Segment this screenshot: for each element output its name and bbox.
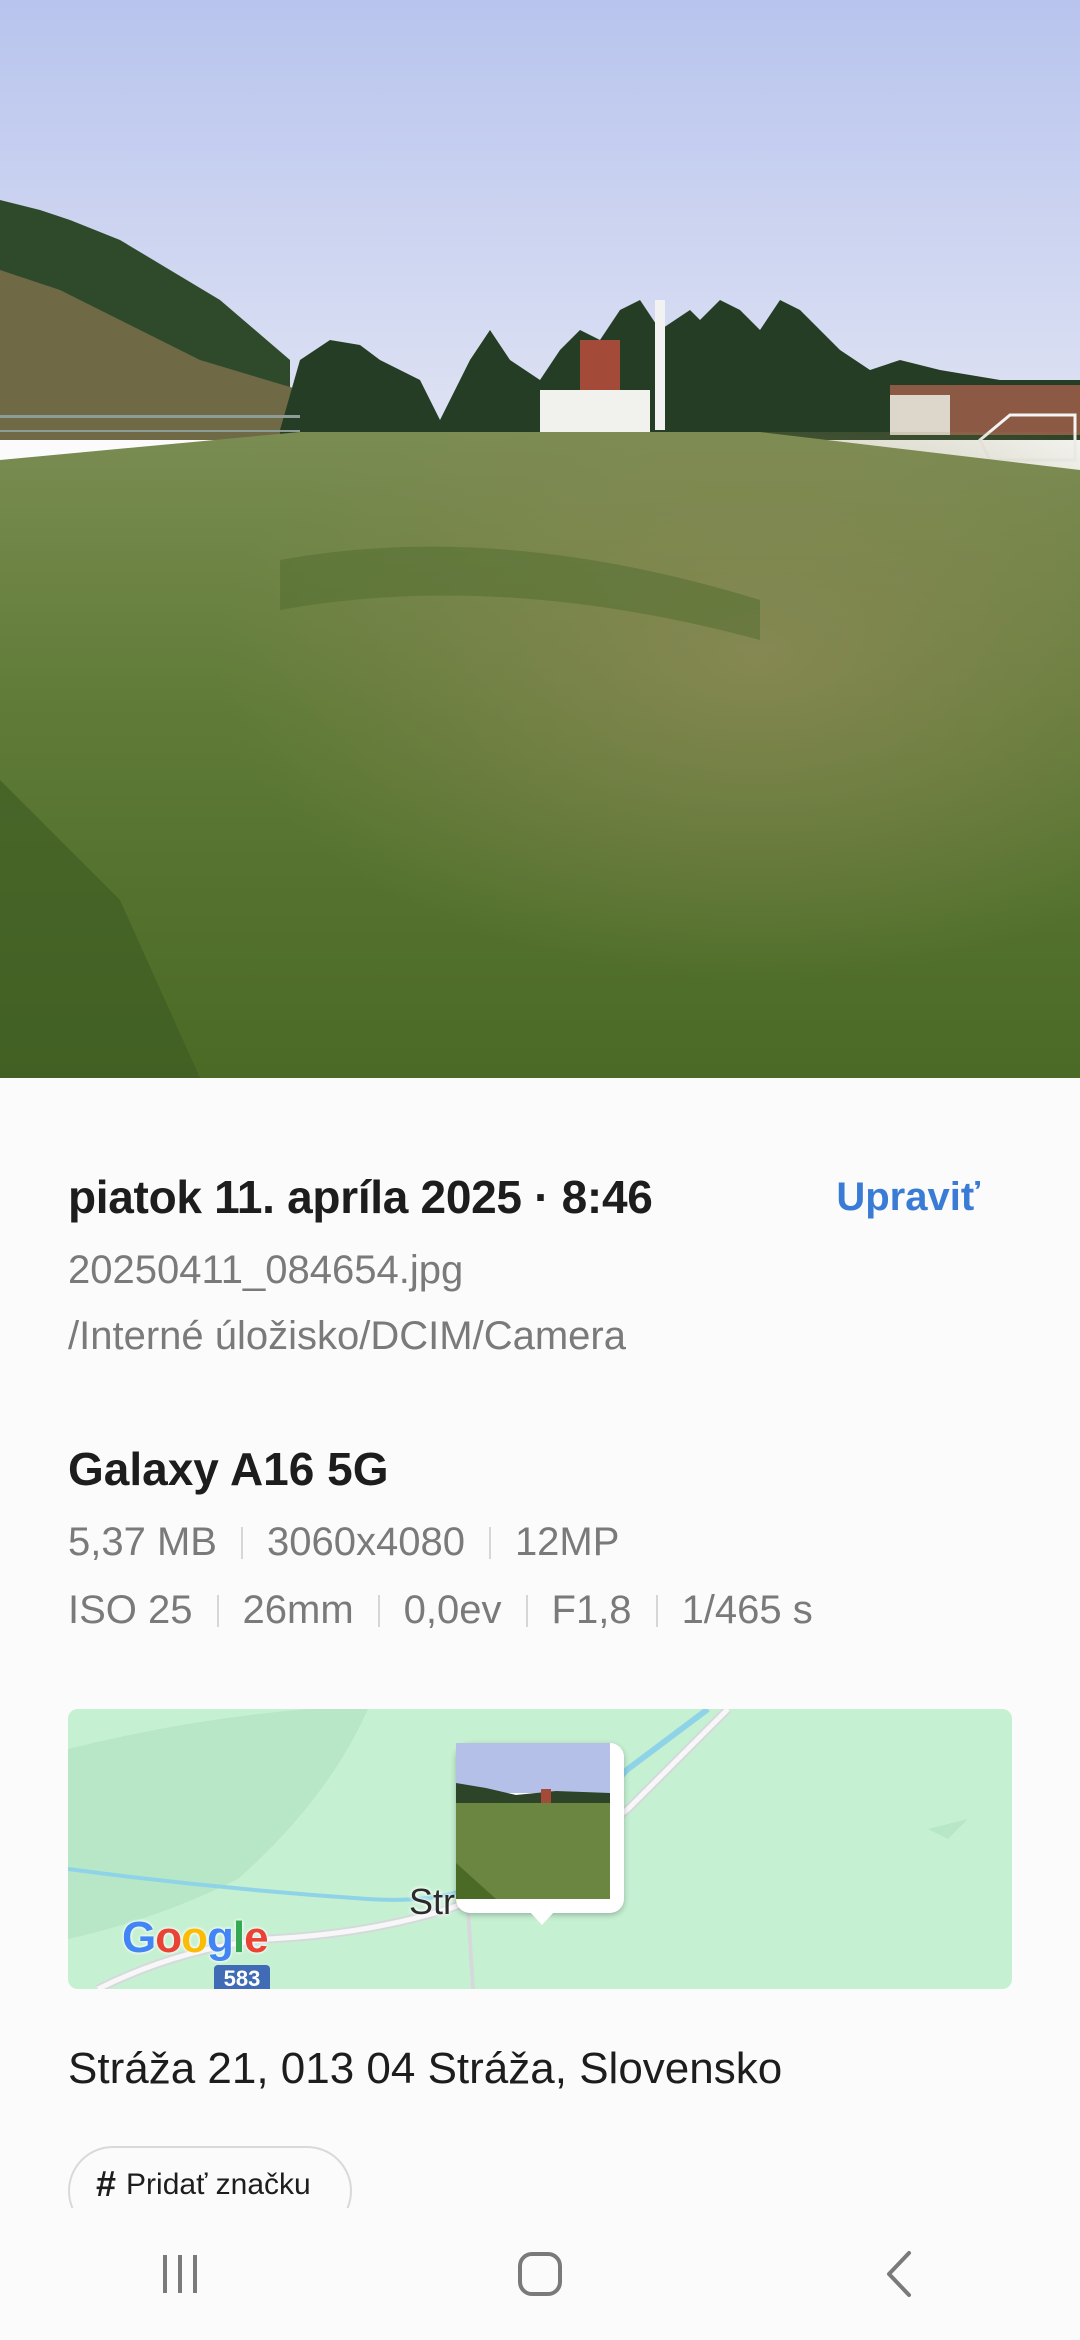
google-logo: Google: [122, 1913, 269, 1962]
photo-viewer[interactable]: [0, 0, 1080, 1078]
add-tag-label: Pridať značku: [126, 2168, 311, 2201]
location-map[interactable]: Str Google 583: [68, 1709, 1012, 1989]
address: Stráža 21, 013 04 Stráža, Slovensko: [68, 2044, 783, 2093]
home-button[interactable]: [480, 2224, 600, 2324]
photo-thumbnail: [456, 1743, 617, 1906]
aperture: F1,8: [551, 1588, 632, 1632]
divider: [488, 1526, 491, 1559]
navigation-bar: [0, 2208, 1080, 2340]
file-path: /Interné úložisko/DCIM/Camera: [68, 1314, 626, 1358]
home-icon: [518, 2252, 562, 2296]
photo-details-panel: piatok 11. apríla 2025 · 8:46 Upraviť 20…: [0, 1078, 1080, 2236]
map-photo-pin[interactable]: [456, 1743, 624, 1925]
divider: [525, 1594, 528, 1627]
device-name: Galaxy A16 5G: [68, 1443, 389, 1495]
file-name: 20250411_084654.jpg: [68, 1248, 464, 1292]
edit-button[interactable]: Upraviť: [836, 1175, 980, 1220]
divider: [240, 1526, 243, 1559]
landscape-photo: [0, 0, 1080, 1078]
file-size: 5,37 MB: [68, 1520, 217, 1564]
recents-button[interactable]: [120, 2224, 240, 2324]
focal-length: 26mm: [242, 1588, 354, 1632]
divider: [655, 1594, 658, 1627]
back-button[interactable]: [840, 2224, 960, 2324]
hash-icon: #: [96, 2163, 117, 2204]
road-number-badge: 583: [214, 1965, 270, 1989]
date-time: piatok 11. apríla 2025 · 8:46: [68, 1171, 653, 1223]
recents-icon: [163, 2255, 197, 2293]
shutter-speed: 1/465 s: [681, 1588, 813, 1632]
pin-pointer: [530, 1912, 554, 1925]
date-row: piatok 11. apríla 2025 · 8:46 Upraviť: [68, 1170, 1012, 1224]
map-place-label: Str: [409, 1881, 456, 1922]
back-icon: [887, 2251, 911, 2297]
resolution: 3060x4080: [266, 1520, 465, 1564]
divider: [216, 1594, 219, 1627]
exposure-value: 0,0ev: [403, 1588, 502, 1632]
file-specs: 5,37 MB 3060x4080 12MP: [68, 1520, 619, 1565]
megapixels: 12MP: [514, 1520, 620, 1564]
camera-specs: ISO 25 26mm 0,0ev F1,8 1/465 s: [68, 1588, 813, 1633]
iso: ISO 25: [68, 1588, 193, 1632]
divider: [377, 1594, 380, 1627]
